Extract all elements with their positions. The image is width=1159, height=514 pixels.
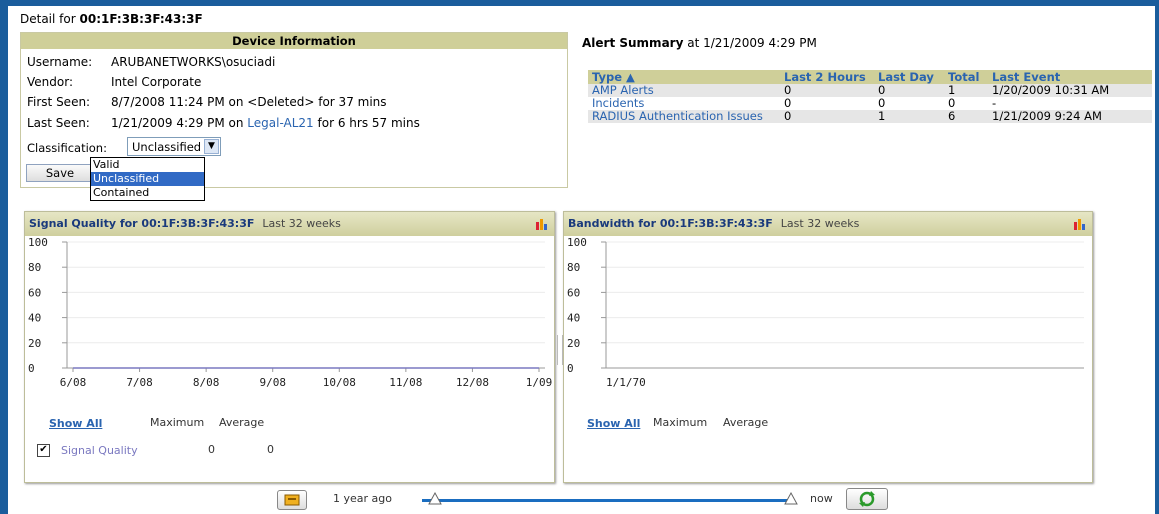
signal-quality-title: Signal Quality for 00:1F:3B:3F:43:3F — [29, 217, 255, 230]
device-mac: 00:1F:3B:3F:43:3F — [79, 12, 203, 26]
bandwidth-panel: Bandwidth for 00:1F:3B:3F:43:3F Last 32 w… — [563, 211, 1093, 483]
y-tick-label: 20 — [28, 337, 41, 350]
bandwidth-header: Bandwidth for 00:1F:3B:3F:43:3F Last 32 w… — [564, 212, 1092, 236]
x-tick-label: 8/08 — [193, 376, 220, 389]
table-cell: 0 — [780, 110, 874, 123]
x-tick-label: 7/08 — [126, 376, 153, 389]
y-tick-label: 20 — [567, 337, 580, 350]
y-tick-label: 100 — [28, 236, 48, 249]
signal-quality-checkbox[interactable]: ✔ — [37, 444, 50, 457]
x-tick-label: 11/08 — [389, 376, 422, 389]
window-frame-top — [0, 0, 1159, 6]
slider-start-handle[interactable] — [428, 492, 442, 506]
window-frame-right — [1155, 0, 1159, 514]
bandwidth-title: Bandwidth for 00:1F:3B:3F:43:3F — [568, 217, 773, 230]
page-title: Detail for 00:1F:3B:3F:43:3F — [20, 12, 203, 26]
chart-type-icon[interactable] — [1074, 218, 1086, 230]
x-tick-label: 10/08 — [323, 376, 356, 389]
alert-summary-heading: Alert Summary at 1/21/2009 4:29 PM — [582, 36, 817, 50]
classification-dropdown: Valid Unclassified Contained — [90, 157, 205, 201]
y-tick-label: 40 — [28, 312, 41, 325]
y-tick-label: 0 — [28, 362, 35, 375]
refresh-button[interactable] — [846, 488, 888, 510]
signal-quality-header: Signal Quality for 00:1F:3B:3F:43:3F Last… — [25, 212, 554, 236]
bandwidth-chart: 0 20 40 60 80 100 1/1/70 — [567, 236, 1084, 389]
option-valid[interactable]: Valid — [91, 158, 204, 172]
signal-quality-max: 0 — [208, 443, 215, 456]
bandwidth-range: Last 32 weeks — [780, 217, 860, 230]
table-cell: 0 — [780, 84, 874, 97]
col-total[interactable]: Total — [944, 70, 988, 84]
table-cell: 1/21/2009 9:24 AM — [988, 110, 1152, 123]
alert-summary-table: Type ▲ Last 2 Hours Last Day Total Last … — [588, 70, 1152, 123]
legend-average-header: Average — [219, 416, 265, 429]
vendor-value: Intel Corporate — [111, 75, 202, 89]
table-cell: 1 — [874, 110, 944, 123]
y-tick-label: 100 — [567, 236, 587, 249]
signal-quality-avg: 0 — [267, 443, 274, 456]
y-tick-label: 60 — [28, 286, 41, 299]
save-button[interactable]: Save — [26, 164, 94, 182]
table-cell: 6 — [944, 110, 988, 123]
x-tick-label: 1/09 — [526, 376, 553, 389]
y-tick-label: 60 — [567, 286, 580, 299]
x-tick-label: 6/08 — [60, 376, 87, 389]
last-seen-ap-link[interactable]: Legal-AL21 — [247, 116, 313, 130]
time-range-slider[interactable] — [422, 499, 792, 502]
chart-type-icon[interactable] — [536, 218, 548, 230]
refresh-icon — [859, 491, 875, 507]
username-row: Username: ARUBANETWORKS\osuciadi — [27, 55, 276, 69]
classification-select[interactable]: Unclassified ▼ — [127, 137, 221, 156]
option-contained[interactable]: Contained — [91, 186, 204, 200]
col-type[interactable]: Type ▲ — [588, 70, 780, 84]
calendar-icon — [284, 494, 300, 506]
col-last-2-hours[interactable]: Last 2 Hours — [780, 70, 874, 84]
first-seen-value: 8/7/2008 11:24 PM on <Deleted> for 37 mi… — [111, 95, 387, 109]
table-cell: 0 — [784, 96, 792, 110]
option-unclassified[interactable]: Unclassified — [91, 172, 204, 186]
x-tick-label: 12/08 — [456, 376, 489, 389]
col-last-event[interactable]: Last Event — [988, 70, 1152, 84]
window-frame-left — [0, 0, 8, 514]
slider-start-label: 1 year ago — [333, 492, 392, 505]
legend-average-header: Average — [723, 416, 769, 429]
username-value: ARUBANETWORKS\osuciadi — [111, 55, 276, 69]
table-cell: 1/20/2009 10:31 AM — [988, 84, 1152, 97]
signal-quality-series-label[interactable]: Signal Quality — [61, 444, 138, 457]
signal-quality-chart: 0 20 40 60 80 100 6/08 7/08 8/08 9/08 10/08 11/08 12… — [28, 236, 553, 389]
calendar-icon-button[interactable] — [277, 490, 307, 510]
y-tick-label: 40 — [567, 312, 580, 325]
x-tick-label: 1/1/70 — [606, 376, 646, 389]
chevron-down-icon[interactable]: ▼ — [204, 139, 219, 154]
last-seen-row: Last Seen: 1/21/2009 4:29 PM on Legal-AL2… — [27, 116, 420, 130]
table-row: AMP Alerts 0 0 1 1/20/2009 10:31 AM — [588, 84, 1152, 97]
signal-quality-range: Last 32 weeks — [262, 217, 341, 230]
alert-type-link[interactable]: RADIUS Authentication Issues — [588, 110, 780, 123]
slider-end-handle[interactable] — [784, 492, 798, 506]
legend-maximum-header: Maximum — [150, 416, 205, 429]
table-row: RADIUS Authentication Issues 0 1 6 1/21/… — [588, 110, 1152, 123]
show-all-link[interactable]: Show All — [49, 417, 102, 430]
legend-maximum-header: Maximum — [653, 416, 708, 429]
slider-end-label: now — [810, 492, 833, 505]
classification-label: Classification: — [27, 141, 107, 155]
signal-quality-panel: Signal Quality for 00:1F:3B:3F:43:3F Last… — [24, 211, 555, 483]
col-last-day[interactable]: Last Day — [874, 70, 944, 84]
device-information-title: Device Information — [21, 33, 567, 49]
first-seen-row: First Seen: 8/7/2008 11:24 PM on <Deleted… — [27, 95, 387, 109]
y-tick-label: 80 — [567, 261, 580, 274]
x-tick-label: 9/08 — [259, 376, 286, 389]
y-tick-label: 80 — [28, 261, 41, 274]
y-tick-label: 0 — [567, 362, 574, 375]
vendor-row: Vendor: Intel Corporate — [27, 75, 202, 89]
show-all-link[interactable]: Show All — [587, 417, 640, 430]
